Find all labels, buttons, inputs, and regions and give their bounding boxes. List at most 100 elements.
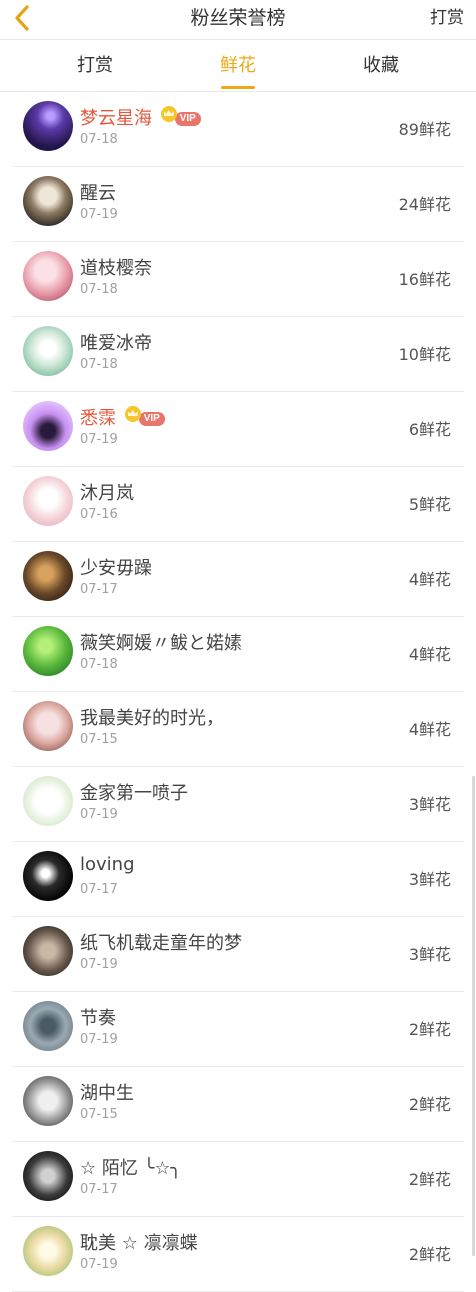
- list-item[interactable]: 唯爱冰帝 07-18 10鲜花: [0, 317, 476, 392]
- avatar[interactable]: [23, 1226, 73, 1276]
- avatar[interactable]: [23, 1076, 73, 1126]
- list-item[interactable]: 湖中生 07-15 2鲜花: [0, 1067, 476, 1142]
- avatar[interactable]: [23, 926, 73, 976]
- list-item[interactable]: 金家第一喷子 07-19 3鲜花: [0, 767, 476, 842]
- user-name: 薇笑婀媛〃鲅と婼嫊: [80, 629, 242, 655]
- avatar[interactable]: [23, 176, 73, 226]
- list-item[interactable]: 沐月岚 07-16 5鲜花: [0, 467, 476, 542]
- date-label: 07-18: [80, 282, 118, 297]
- flower-count: 16鲜花: [398, 270, 451, 289]
- tab-label: 鲜花: [220, 55, 256, 76]
- list-item[interactable]: 梦云星海 VIP 07-18 89鲜花: [0, 92, 476, 167]
- flower-count: 2鲜花: [408, 1020, 451, 1039]
- user-name: 耽美 ☆ 凛凛蝶: [80, 1229, 198, 1255]
- user-name: 金家第一喷子: [80, 779, 188, 805]
- flower-count: 4鲜花: [408, 645, 451, 664]
- date-label: 07-17: [80, 882, 118, 897]
- reward-button[interactable]: 打赏: [430, 0, 464, 36]
- date-label: 07-16: [80, 507, 118, 522]
- ranking-list: 梦云星海 VIP 07-18 89鲜花 醒云 07-19 24鲜花 道枝樱奈 0…: [0, 92, 476, 1292]
- active-tab-indicator: [221, 86, 255, 89]
- list-item[interactable]: loving 07-17 3鲜花: [0, 842, 476, 917]
- user-name: 纸飞机载走童年的梦: [80, 929, 242, 955]
- date-label: 07-17: [80, 1182, 118, 1197]
- avatar[interactable]: [23, 551, 73, 601]
- user-name-text: 节奏: [80, 1008, 116, 1029]
- flower-count: 6鲜花: [408, 420, 451, 439]
- user-name: 醒云: [80, 179, 116, 205]
- user-name-text: 沐月岚: [80, 483, 134, 504]
- vip-badge: VIP: [138, 412, 165, 426]
- list-item[interactable]: 悉霂 VIP 07-19 6鲜花: [0, 392, 476, 467]
- date-label: 07-19: [80, 432, 118, 447]
- flower-count: 89鲜花: [398, 120, 451, 139]
- tab-flowers[interactable]: 鲜花: [188, 40, 288, 91]
- list-item[interactable]: 节奏 07-19 2鲜花: [0, 992, 476, 1067]
- list-item[interactable]: 我最美好的时光， 07-15 4鲜花: [0, 692, 476, 767]
- avatar[interactable]: [23, 1001, 73, 1051]
- user-name: 道枝樱奈: [80, 254, 152, 280]
- user-name: 我最美好的时光，: [80, 704, 224, 730]
- user-name: 沐月岚: [80, 479, 134, 505]
- avatar[interactable]: [23, 1151, 73, 1201]
- list-item[interactable]: 道枝樱奈 07-18 16鲜花: [0, 242, 476, 317]
- user-name-text: ☆ 陌忆 ╰☆╮: [80, 1158, 182, 1179]
- avatar[interactable]: [23, 701, 73, 751]
- date-label: 07-18: [80, 132, 118, 147]
- user-name-text: 道枝樱奈: [80, 258, 152, 279]
- user-name-text: 我最美好的时光，: [80, 708, 224, 729]
- flower-count: 24鲜花: [398, 195, 451, 214]
- user-name: 节奏: [80, 1004, 116, 1030]
- user-name-text: 少安毋躁: [80, 558, 152, 579]
- user-name: 湖中生: [80, 1079, 134, 1105]
- list-item[interactable]: 耽美 ☆ 凛凛蝶 07-19 2鲜花: [0, 1217, 476, 1292]
- scrollbar[interactable]: [472, 776, 475, 1256]
- date-label: 07-18: [80, 357, 118, 372]
- flower-count: 5鲜花: [408, 495, 451, 514]
- date-label: 07-15: [80, 732, 118, 747]
- date-label: 07-19: [80, 207, 118, 222]
- date-label: 07-15: [80, 1107, 118, 1122]
- avatar[interactable]: [23, 326, 73, 376]
- user-name: 梦云星海 VIP: [80, 104, 201, 130]
- flower-count: 3鲜花: [408, 945, 451, 964]
- avatar[interactable]: [23, 101, 73, 151]
- tab-favorites[interactable]: 收藏: [331, 40, 431, 91]
- crown-icon: [124, 406, 141, 422]
- vip-badge: VIP: [174, 112, 201, 126]
- tab-label: 收藏: [363, 55, 399, 76]
- avatar[interactable]: [23, 251, 73, 301]
- tab-reward[interactable]: 打赏: [45, 40, 145, 91]
- tab-label: 打赏: [77, 55, 113, 76]
- date-label: 07-19: [80, 1032, 118, 1047]
- user-name-text: 梦云星海: [80, 108, 152, 129]
- user-name-text: 耽美 ☆ 凛凛蝶: [80, 1233, 198, 1254]
- date-label: 07-18: [80, 657, 118, 672]
- avatar[interactable]: [23, 851, 73, 901]
- user-name-text: 金家第一喷子: [80, 783, 188, 804]
- list-item[interactable]: 少安毋躁 07-17 4鲜花: [0, 542, 476, 617]
- user-name-text: loving: [80, 854, 135, 875]
- user-name: 唯爱冰帝: [80, 329, 152, 355]
- date-label: 07-17: [80, 582, 118, 597]
- list-item[interactable]: ☆ 陌忆 ╰☆╮ 07-17 2鲜花: [0, 1142, 476, 1217]
- user-name-text: 薇笑婀媛〃鲅と婼嫊: [80, 633, 242, 654]
- avatar[interactable]: [23, 401, 73, 451]
- list-item[interactable]: 纸飞机载走童年的梦 07-19 3鲜花: [0, 917, 476, 992]
- user-name-text: 唯爱冰帝: [80, 333, 152, 354]
- list-item[interactable]: 薇笑婀媛〃鲅と婼嫊 07-18 4鲜花: [0, 617, 476, 692]
- date-label: 07-19: [80, 807, 118, 822]
- flower-count: 3鲜花: [408, 795, 451, 814]
- user-name: loving: [80, 854, 135, 875]
- flower-count: 4鲜花: [408, 570, 451, 589]
- list-item[interactable]: 醒云 07-19 24鲜花: [0, 167, 476, 242]
- top-bar: 粉丝荣誉榜 打赏: [0, 0, 476, 40]
- avatar[interactable]: [23, 776, 73, 826]
- avatar[interactable]: [23, 626, 73, 676]
- user-name: 少安毋躁: [80, 554, 152, 580]
- avatar[interactable]: [23, 476, 73, 526]
- flower-count: 2鲜花: [408, 1170, 451, 1189]
- user-name: 悉霂 VIP: [80, 404, 165, 430]
- flower-count: 10鲜花: [398, 345, 451, 364]
- flower-count: 3鲜花: [408, 870, 451, 889]
